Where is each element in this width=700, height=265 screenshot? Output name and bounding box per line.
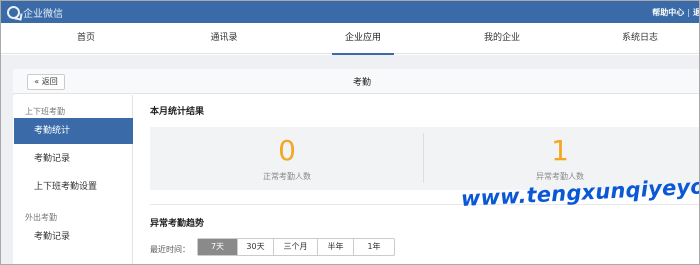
nav-item-home[interactable]: 首页: [51, 23, 121, 54]
page-title: 考勤: [353, 78, 372, 88]
chat-bubble-icon: [7, 5, 20, 19]
app-logo[interactable]: 企业微信: [7, 5, 63, 20]
logout-link[interactable]: 退: [693, 7, 699, 18]
stats-section-title: 本月统计结果: [150, 107, 205, 117]
stats-divider: [423, 133, 424, 183]
time-range-label: 最近时间：: [150, 245, 190, 254]
back-button[interactable]: « 返回: [27, 74, 65, 90]
section-divider: [150, 204, 699, 205]
range-6m-button[interactable]: 半年: [318, 239, 354, 255]
abnormal-count[interactable]: 1: [510, 136, 610, 166]
logo-text: 企业微信: [23, 8, 63, 20]
range-7d-button[interactable]: 7天: [198, 239, 238, 255]
normal-count-label: 正常考勤人数: [263, 172, 311, 181]
nav-item-my-company[interactable]: 我的企业: [467, 23, 537, 54]
normal-count: 0: [278, 134, 296, 167]
help-center-link[interactable]: 帮助中心: [652, 7, 684, 18]
sidebar-item-attendance-settings[interactable]: 上下班考勤设置: [14, 174, 133, 200]
main-nav: 首页 通讯录 企业应用 我的企业 系统日志: [1, 23, 699, 55]
trend-section-title: 异常考勤趋势: [150, 219, 205, 229]
range-3m-button[interactable]: 三个月: [274, 239, 318, 255]
time-range-selector: 7天 30天 三个月 半年 1年: [197, 238, 395, 256]
nav-item-contacts[interactable]: 通讯录: [189, 23, 259, 54]
sidebar-group-outing: 外出考勤: [25, 213, 57, 222]
nav-item-system-log[interactable]: 系统日志: [605, 23, 675, 54]
sidebar-item-attendance-stats[interactable]: 考勤统计: [14, 118, 133, 144]
sidebar-item-attendance-records[interactable]: 考勤记录: [14, 146, 133, 172]
range-1y-button[interactable]: 1年: [354, 239, 394, 255]
range-30d-button[interactable]: 30天: [238, 239, 274, 255]
app-window: 企业微信 帮助中心 | 退 首页 通讯录 企业应用 我的企业 系统日志 « 返回…: [0, 0, 700, 265]
top-bar: 企业微信 帮助中心 | 退: [1, 1, 699, 23]
nav-item-apps[interactable]: 企业应用: [328, 23, 398, 55]
sidebar-item-outing-records[interactable]: 考勤记录: [14, 224, 133, 250]
header-links: 帮助中心 | 退: [652, 1, 699, 23]
header-separator: |: [687, 7, 690, 17]
sidebar-group-commute: 上下班考勤: [25, 107, 65, 116]
